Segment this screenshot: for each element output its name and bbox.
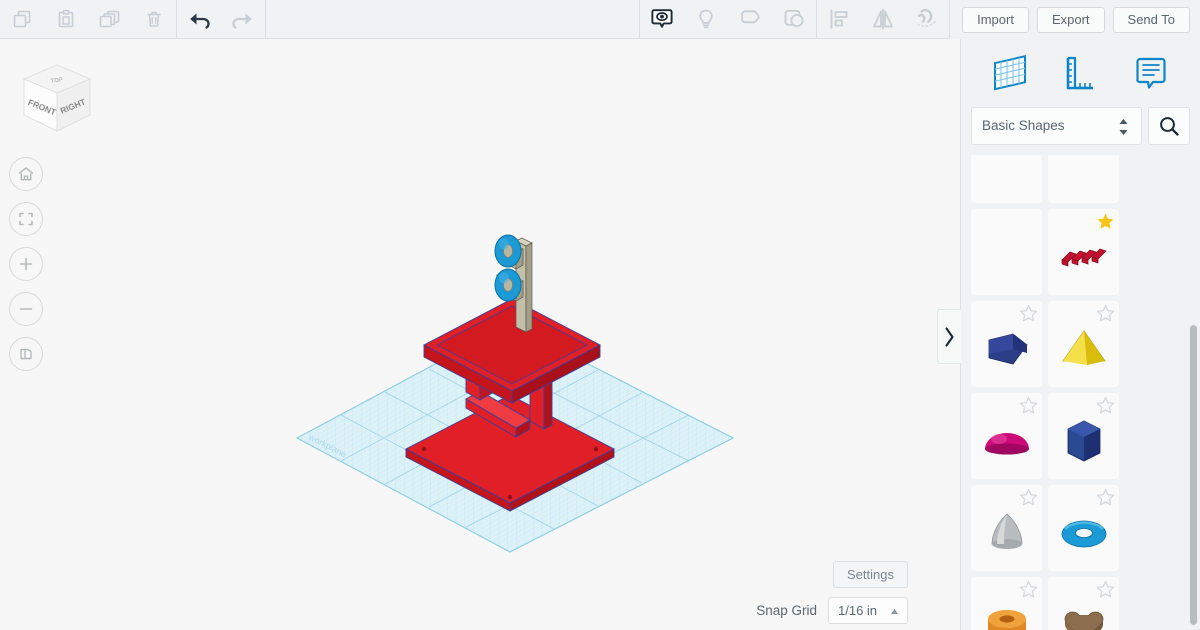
shape-tube-preview bbox=[971, 591, 1042, 630]
settings-button[interactable]: Settings bbox=[833, 561, 908, 588]
view-controls bbox=[9, 157, 43, 371]
delete-icon[interactable] bbox=[132, 0, 176, 39]
tab-ruler[interactable] bbox=[1053, 49, 1107, 97]
shapes-panel: Basic Shapes bbox=[937, 39, 1200, 630]
panel-tab-bar bbox=[961, 39, 1200, 107]
view-cube[interactable]: FRONT RIGHT TOP bbox=[12, 57, 102, 147]
projection-toggle-button[interactable] bbox=[9, 337, 43, 371]
shape-torus-preview bbox=[1048, 499, 1119, 567]
shape-heart[interactable] bbox=[1048, 577, 1119, 630]
snap-grid-label: Snap Grid bbox=[756, 603, 817, 618]
shape-pyramid-preview bbox=[1048, 315, 1119, 383]
shape-tile-partial[interactable] bbox=[1048, 155, 1119, 203]
snap-grid-control: Snap Grid 1/16 in bbox=[756, 597, 908, 624]
zoom-in-button[interactable] bbox=[9, 247, 43, 281]
shape-half-sphere-preview bbox=[971, 407, 1042, 475]
align-icon[interactable] bbox=[817, 0, 861, 39]
search-button[interactable] bbox=[1148, 107, 1190, 145]
collapse-panel-button[interactable] bbox=[937, 309, 961, 364]
shape-category-value: Basic Shapes bbox=[982, 118, 1065, 133]
tab-workplane[interactable] bbox=[983, 49, 1037, 97]
shape-category-select[interactable]: Basic Shapes bbox=[971, 107, 1142, 145]
paste-icon[interactable] bbox=[44, 0, 88, 39]
import-button[interactable]: Import bbox=[962, 6, 1029, 33]
shape-tile-partial[interactable] bbox=[971, 209, 1042, 295]
search-icon bbox=[1160, 117, 1179, 136]
shape-torus[interactable] bbox=[1048, 485, 1119, 571]
design-editor-window: Import Export Send To workplane FRONT RI… bbox=[0, 0, 1200, 630]
home-view-button[interactable] bbox=[9, 157, 43, 191]
model-viewport[interactable]: workplane bbox=[0, 39, 960, 630]
shape-half-sphere[interactable] bbox=[971, 393, 1042, 479]
toolbar-actions: Import Export Send To bbox=[949, 0, 1200, 39]
fit-view-button[interactable] bbox=[9, 202, 43, 236]
shape-polygon-prism-preview bbox=[1048, 407, 1119, 475]
arrange-tool-group bbox=[817, 0, 949, 38]
design-canvas[interactable]: workplane FRONT RIGHT TOP Settings Snap … bbox=[0, 39, 960, 630]
view-tool-group bbox=[640, 0, 816, 38]
select-arrows-icon bbox=[1119, 119, 1128, 135]
caret-up-icon bbox=[891, 608, 898, 614]
lightbulb-icon[interactable] bbox=[684, 0, 728, 39]
shape-grid-scroll-area[interactable] bbox=[961, 155, 1200, 630]
duplicate-icon[interactable] bbox=[88, 0, 132, 39]
send-to-button[interactable]: Send To bbox=[1112, 6, 1190, 33]
shape-tile-partial[interactable] bbox=[971, 155, 1042, 203]
shape-heart-preview bbox=[1048, 591, 1119, 630]
undo-icon[interactable] bbox=[177, 0, 221, 39]
tab-notes[interactable] bbox=[1124, 49, 1178, 97]
shape-box-preview bbox=[971, 315, 1042, 383]
panel-controls: Basic Shapes bbox=[961, 107, 1200, 155]
shape-cone[interactable] bbox=[971, 485, 1042, 571]
redo-icon[interactable] bbox=[221, 0, 265, 39]
shape-cone-preview bbox=[971, 499, 1042, 567]
shape-polygon-prism[interactable] bbox=[1048, 393, 1119, 479]
ungroup-icon[interactable] bbox=[772, 0, 816, 39]
shape-box[interactable] bbox=[971, 301, 1042, 387]
shape-grid bbox=[961, 155, 1200, 630]
history-tool-group bbox=[177, 0, 265, 38]
snap-grid-value: 1/16 in bbox=[838, 603, 878, 618]
mirror-icon[interactable] bbox=[861, 0, 905, 39]
export-button[interactable]: Export bbox=[1036, 6, 1105, 33]
visibility-icon[interactable] bbox=[640, 0, 684, 39]
clipboard-tool-group bbox=[0, 0, 176, 38]
group-icon[interactable] bbox=[728, 0, 772, 39]
shape-pyramid[interactable] bbox=[1048, 301, 1119, 387]
shape-text-preview bbox=[1048, 223, 1119, 291]
magnet-icon[interactable] bbox=[905, 0, 949, 39]
torus-lower bbox=[494, 268, 522, 302]
torus-upper bbox=[494, 234, 522, 268]
shape-tube[interactable] bbox=[971, 577, 1042, 630]
chevron-right-icon bbox=[945, 326, 954, 347]
snap-grid-select[interactable]: 1/16 in bbox=[828, 597, 908, 624]
panel-scrollbar[interactable] bbox=[1190, 325, 1197, 625]
zoom-out-button[interactable] bbox=[9, 292, 43, 326]
top-toolbar: Import Export Send To bbox=[0, 0, 1200, 39]
shape-text[interactable] bbox=[1048, 209, 1119, 295]
copy-icon[interactable] bbox=[0, 0, 44, 39]
